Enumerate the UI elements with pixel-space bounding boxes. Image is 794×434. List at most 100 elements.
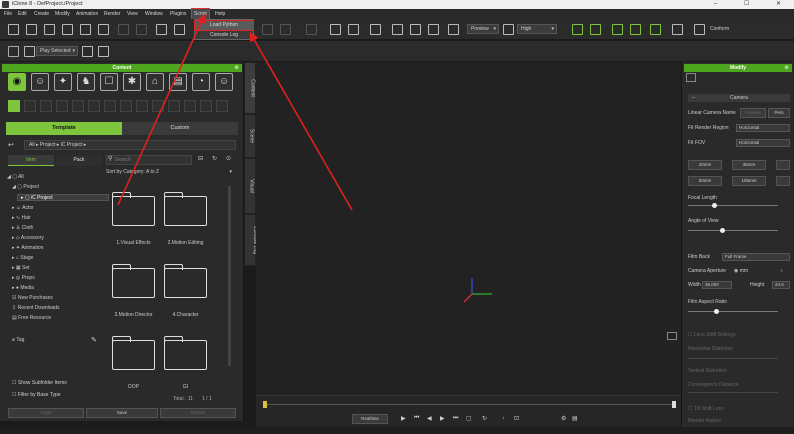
tab-template[interactable]: Template (6, 122, 122, 135)
subcategory-5-icon[interactable] (72, 100, 84, 112)
show-subfolder-checkbox[interactable]: ☐ Show Subfolder Items (12, 380, 67, 386)
folder-item[interactable]: 3.Motion Director (112, 264, 155, 318)
search-input[interactable]: Search (106, 155, 192, 165)
play-settings-icon[interactable] (98, 46, 109, 57)
details-button[interactable]: Details (160, 408, 236, 418)
tree-item-set[interactable]: ▸ ▦ Set (12, 265, 30, 272)
play-icon[interactable]: ▶ (401, 415, 406, 422)
import-icon[interactable] (62, 24, 73, 35)
slider-knob[interactable] (714, 309, 719, 314)
preview-button[interactable]: Preview (740, 108, 766, 118)
tree-item-cloth[interactable]: ▸ ♙ Cloth (12, 225, 33, 232)
light-icon[interactable] (572, 24, 583, 35)
save-icon[interactable] (44, 24, 55, 35)
category-actor-icon[interactable]: ☺ (31, 73, 49, 91)
music-icon[interactable]: ♩ (502, 415, 508, 421)
play-selected-select[interactable]: Play Selected ▾ (36, 46, 78, 56)
menu-animation[interactable]: Animation (76, 9, 98, 19)
refresh-icon[interactable]: ↻ (212, 155, 217, 162)
category-project-icon[interactable]: ◉ (8, 73, 26, 91)
tree-item-recent-downloads[interactable]: ⇩ Recent Downloads (12, 305, 60, 312)
side-tab-visual[interactable]: Visual (244, 158, 256, 214)
side-tab-console-log[interactable]: Console Log (244, 214, 258, 266)
folder-item[interactable]: 4.Character (164, 264, 207, 318)
rotate-icon[interactable] (262, 24, 273, 35)
folder-item[interactable]: 1.Visual Effects (112, 192, 155, 246)
menu-create[interactable]: Create (34, 9, 49, 19)
shadow-icon[interactable] (590, 24, 601, 35)
settings-icon[interactable]: ⚙ (561, 415, 566, 422)
category-scene-icon[interactable]: ⌂ (146, 73, 164, 91)
menu-window[interactable]: Window (145, 9, 163, 19)
menu-script[interactable]: Script (191, 8, 210, 20)
skip-start-icon[interactable]: ⏮ (414, 415, 419, 422)
lens-105mm-button[interactable]: 105mm (732, 176, 766, 186)
subcategory-11-icon[interactable] (168, 100, 180, 112)
move-icon[interactable] (174, 24, 185, 35)
subcategory-6-icon[interactable] (88, 100, 100, 112)
camera-section-header[interactable]: – Camera (688, 94, 790, 102)
viewport-icon[interactable] (428, 24, 439, 35)
maximize-button[interactable]: ☐ (744, 0, 749, 9)
menu-edit[interactable]: Edit (18, 9, 27, 19)
film-aspect-slider[interactable] (688, 309, 778, 314)
folder-item[interactable]: DOP (112, 336, 155, 390)
tab-custom[interactable]: Custom (122, 122, 238, 135)
content-scrollbar[interactable] (228, 186, 231, 366)
menu-view[interactable]: View (127, 9, 138, 19)
paint-icon[interactable] (650, 24, 661, 35)
convergence-slider[interactable] (688, 392, 778, 393)
more-options-icon[interactable]: ⊙ (226, 155, 231, 162)
render-icon[interactable] (98, 24, 109, 35)
category-plugin-icon[interactable]: ☺ (215, 73, 233, 91)
lens-50mm-button[interactable]: 50mm (688, 176, 722, 186)
record-icon[interactable]: ▢ (466, 415, 472, 422)
timeline-expand-icon[interactable]: ▤ (572, 415, 578, 422)
horizontal-distortion-slider[interactable] (688, 358, 778, 359)
category-stage-icon[interactable]: ☐ (100, 73, 118, 91)
play-options-icon[interactable] (82, 46, 93, 57)
pose-icon[interactable] (612, 24, 623, 35)
subcategory-7-icon[interactable] (104, 100, 116, 112)
layout-icon[interactable] (410, 24, 421, 35)
pers-button[interactable]: Pers (768, 108, 790, 118)
flag-icon[interactable] (630, 24, 641, 35)
tilt-shift-checkbox[interactable]: ☐ Tilt Shift Lens (688, 406, 724, 412)
save-button[interactable]: Save (86, 408, 158, 418)
breadcrumb[interactable]: All ▸ Project ▸ iC Project ▸ (24, 140, 236, 150)
subcategory-13-icon[interactable] (200, 100, 212, 112)
width-input[interactable]: 36.000 (702, 281, 732, 289)
tree-item-new-purchases[interactable]: ☑ New Purchases (12, 295, 53, 302)
tree-item-accessory[interactable]: ▸ ◇ Accessory (12, 235, 44, 242)
skip-end-icon[interactable]: ⏭ (453, 415, 458, 422)
home-icon[interactable] (370, 24, 381, 35)
frame-counter-icon[interactable]: ⊡ (514, 415, 519, 422)
subcategory-4-icon[interactable] (56, 100, 68, 112)
iclone-logo-icon[interactable] (8, 46, 19, 57)
timeline-track[interactable] (264, 404, 674, 405)
minimize-button[interactable]: – (714, 0, 717, 9)
menu-item-load-python[interactable]: Load Python (194, 20, 254, 31)
menu-item-console-log[interactable]: Console Log (195, 31, 253, 40)
focal-length-slider[interactable] (688, 203, 778, 208)
viewport-toggle-icon[interactable] (667, 332, 677, 340)
menu-render[interactable]: Render (104, 9, 120, 19)
slider-knob[interactable] (720, 228, 725, 233)
timeline-end-marker[interactable] (672, 401, 676, 408)
tree-item-project[interactable]: ◢ ▢ Project (12, 184, 39, 191)
apply-button[interactable]: Apply (8, 408, 84, 418)
tree-item-all[interactable]: ◢ ▢ All (7, 174, 24, 181)
subcategory-2-icon[interactable] (24, 100, 36, 112)
lens-more-button-2[interactable] (776, 176, 790, 186)
lens-shift-settings-checkbox[interactable]: ☐ Lens Shift Settings (688, 332, 736, 338)
back-icon[interactable]: ↩ (8, 141, 14, 149)
tree-item-actor[interactable]: ▸ ☺ Actor (12, 205, 34, 212)
category-media-icon[interactable]: ▤ (169, 73, 187, 91)
brush-icon[interactable] (672, 24, 683, 35)
aperture-inch-radio[interactable]: ○ (780, 268, 783, 274)
gear-icon[interactable]: ⚙ (235, 64, 239, 72)
gear-icon[interactable]: ⚙ (785, 64, 789, 72)
conform-icon[interactable] (694, 24, 705, 35)
filter-icon[interactable]: ⊟ (198, 155, 203, 162)
tree-item-stage[interactable]: ▸ ⌂ Stage (12, 255, 33, 262)
